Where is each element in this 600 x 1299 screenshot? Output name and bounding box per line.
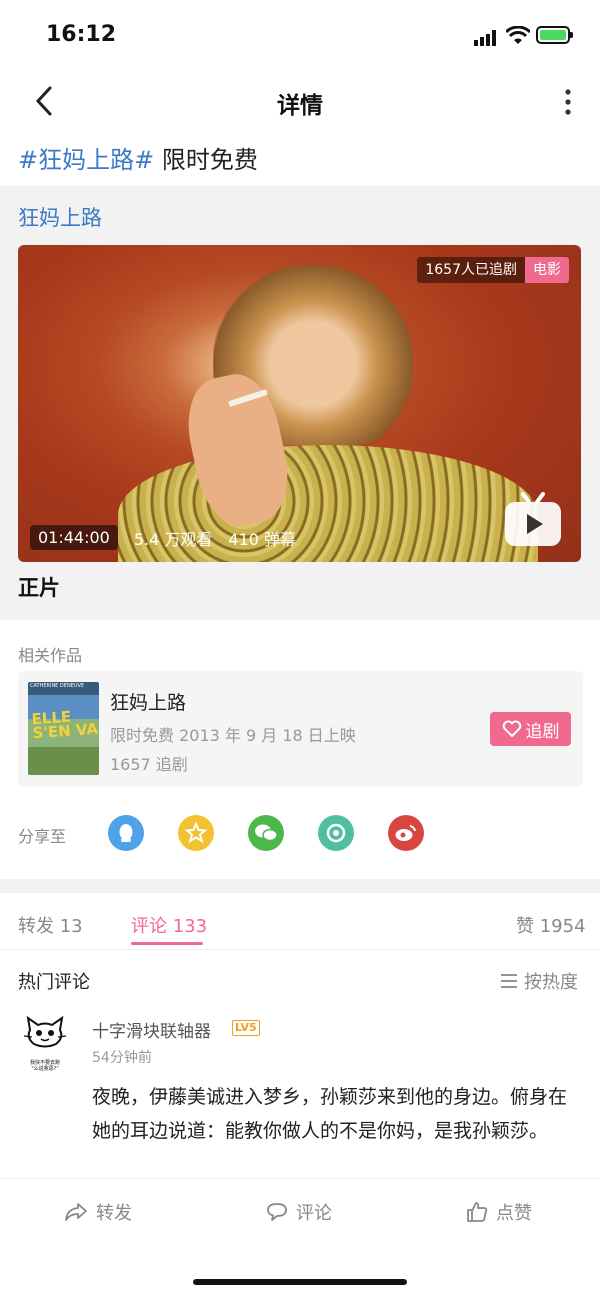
tab-active-indicator [131,942,203,945]
wifi-icon [506,26,530,44]
poster-title-text: ELLE S'EN VA [30,707,99,743]
topic-line: #狂妈上路# 限时免费 [18,140,258,175]
type-badge: 电影 [525,257,569,283]
weibo-icon[interactable] [388,815,424,851]
related-follow-count: 1657 追剧 [110,755,188,774]
related-title[interactable]: 狂妈上路 [110,688,186,715]
related-label: 相关作品 [18,646,83,665]
follow-count-badge: 1657人已追剧 [417,257,525,283]
status-time: 16:12 [46,22,117,47]
repost-button[interactable]: 转发 [64,1199,132,1225]
battery-icon [536,26,573,44]
moments-icon[interactable] [318,815,354,851]
episode-label[interactable]: 正片 [18,572,60,602]
repost-label: 转发 [96,1203,132,1224]
video-stats: 01:44:00 5.4 万观看 410 弹幕 [30,525,296,550]
comment-username[interactable]: 十字滑块联轴器 [92,1017,211,1042]
cellular-signal-icon [474,30,496,46]
sort-button[interactable]: 按热度 [500,968,578,994]
comment-bubble-icon [267,1203,287,1221]
comment-time: 54分钟前 [92,1050,152,1066]
tab-separator [0,949,600,950]
like-label: 点赞 [496,1203,532,1224]
qzone-icon[interactable] [178,815,214,851]
comment-button[interactable]: 评论 [266,1199,332,1225]
home-indicator[interactable] [193,1279,407,1285]
related-subtitle: 限时免费 2013 年 9 月 18 日上映 [110,726,356,745]
share-label: 分享至 [18,827,67,846]
poster-top-text: CATHERINE DENEUVE [30,683,85,689]
video-danmaku: 410 弹幕 [228,529,297,549]
qq-icon[interactable] [108,815,144,851]
follow-button-label: 追剧 [525,721,560,742]
sort-label: 按热度 [524,972,578,993]
tab-comments[interactable]: 评论 133 [131,912,207,938]
thumbs-up-icon [467,1202,488,1222]
page-title: 详情 [277,93,323,119]
avatar-caption: 我快不要去跑 "么说我思?" [29,1060,60,1072]
video-badges: 1657人已追剧 电影 [417,257,569,283]
wechat-icon[interactable] [248,815,284,851]
topic-hashtag[interactable]: #狂妈上路# [18,146,154,174]
topic-text: 限时免费 [161,146,258,174]
like-button[interactable]: 点赞 [466,1199,532,1225]
more-icon[interactable] [556,88,580,116]
cat-avatar-icon [23,1015,67,1048]
level-badge: LV5 [232,1020,260,1036]
tab-repost[interactable]: 转发 13 [18,912,83,938]
list-icon [501,974,517,988]
section-divider [0,879,600,893]
video-views: 5.4 万观看 [133,529,213,549]
tv-play-icon[interactable] [503,492,563,548]
video-thumbnail[interactable]: 1657人已追剧 电影 01:44:00 5.4 万观看 410 弹幕 [18,245,581,562]
tab-likes[interactable]: 赞 1954 [516,912,586,938]
avatar[interactable]: 我快不要去跑 "么说我思?" [22,1015,68,1072]
comment-body[interactable]: 夜晚，伊藤美诚进入梦乡，孙颖莎来到他的身边。俯身在她的耳边说道：能教你做人的不是… [92,1080,582,1178]
movie-poster[interactable]: CATHERINE DENEUVE ELLE S'EN VA [28,682,99,775]
card-title[interactable]: 狂妈上路 [18,202,102,232]
hot-comments-label: 热门评论 [18,972,90,993]
share-arrow-icon [65,1203,87,1221]
comment-label: 评论 [296,1203,332,1224]
video-duration: 01:44:00 [30,525,118,550]
follow-button[interactable]: 追剧 [490,712,571,746]
heart-icon [502,720,521,737]
